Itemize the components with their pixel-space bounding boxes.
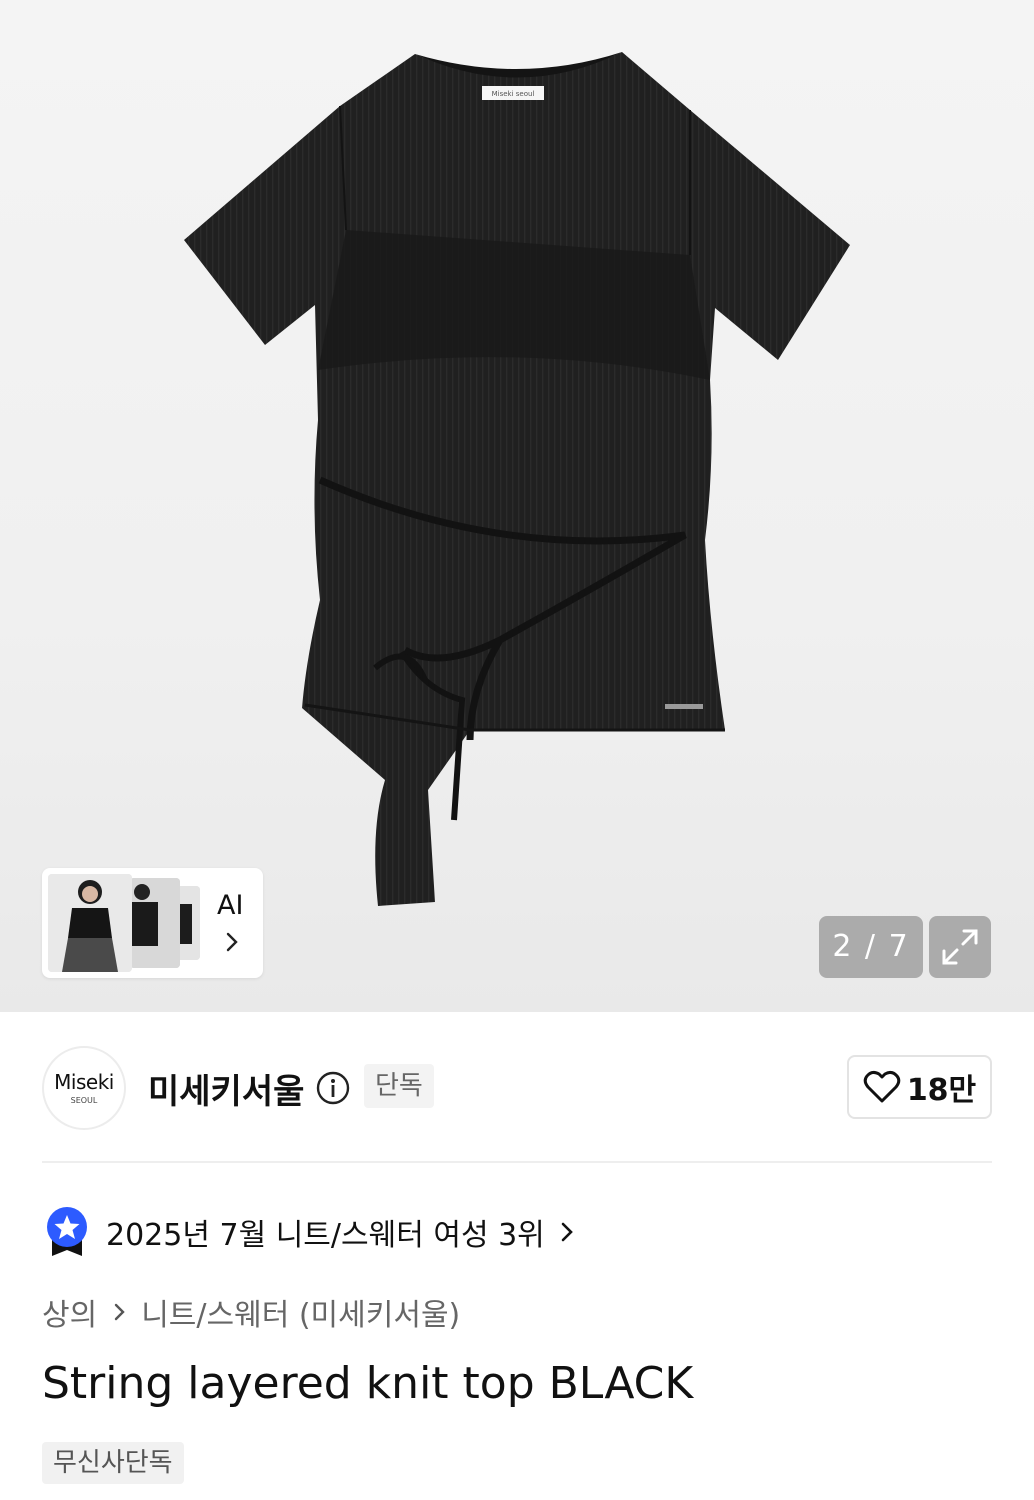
ranking-row[interactable]: 2025년 7월 니트/스웨터 여성 3위 bbox=[42, 1204, 577, 1260]
like-button[interactable]: 18만 bbox=[847, 1055, 992, 1119]
product-title: String layered knit top BLACK bbox=[42, 1358, 694, 1409]
brand-name[interactable]: 미세키서울 bbox=[148, 1064, 304, 1113]
expand-icon bbox=[942, 929, 978, 965]
image-counter: 2 / 7 bbox=[819, 916, 923, 978]
exclusive-badge: 단독 bbox=[364, 1064, 434, 1108]
exclusive-tag: 무신사단독 bbox=[42, 1442, 184, 1484]
brand-logo-text: Miseki bbox=[54, 1070, 114, 1094]
chevron-right-icon bbox=[115, 1303, 125, 1321]
brand-logo[interactable]: Miseki SEOUL bbox=[42, 1046, 126, 1130]
ranking-ribbon-icon bbox=[47, 1207, 87, 1256]
product-image-gallery[interactable]: Miseki seoul AI 2 / 7 bbox=[0, 0, 1034, 1012]
expand-button[interactable] bbox=[929, 916, 991, 978]
chevron-right-icon bbox=[226, 932, 238, 952]
heart-icon bbox=[863, 1070, 901, 1103]
ai-thumbnail-2 bbox=[130, 878, 180, 968]
breadcrumb-item-category[interactable]: 상의 bbox=[42, 1290, 97, 1334]
brand-row: Miseki SEOUL 미세키서울 단독 18만 bbox=[42, 1044, 992, 1130]
ai-recommendation-card[interactable]: AI bbox=[42, 868, 263, 978]
ai-thumbnail-1 bbox=[48, 874, 132, 972]
neck-label-text: Miseki seoul bbox=[492, 90, 535, 98]
like-count: 18만 bbox=[906, 1073, 977, 1108]
product-image[interactable]: Miseki seoul bbox=[170, 40, 870, 920]
chevron-right-icon bbox=[561, 1222, 573, 1242]
divider bbox=[42, 1161, 992, 1163]
brand-logo-subtext: SEOUL bbox=[70, 1096, 98, 1105]
ai-label: AI bbox=[217, 890, 244, 921]
info-icon[interactable] bbox=[315, 1070, 351, 1106]
ranking-text: 2025년 7월 니트/스웨터 여성 3위 bbox=[106, 1218, 545, 1253]
breadcrumb-item-subcategory[interactable]: 니트/스웨터 (미세키서울) bbox=[141, 1290, 460, 1334]
breadcrumb: 상의 니트/스웨터 (미세키서울) bbox=[42, 1290, 460, 1334]
